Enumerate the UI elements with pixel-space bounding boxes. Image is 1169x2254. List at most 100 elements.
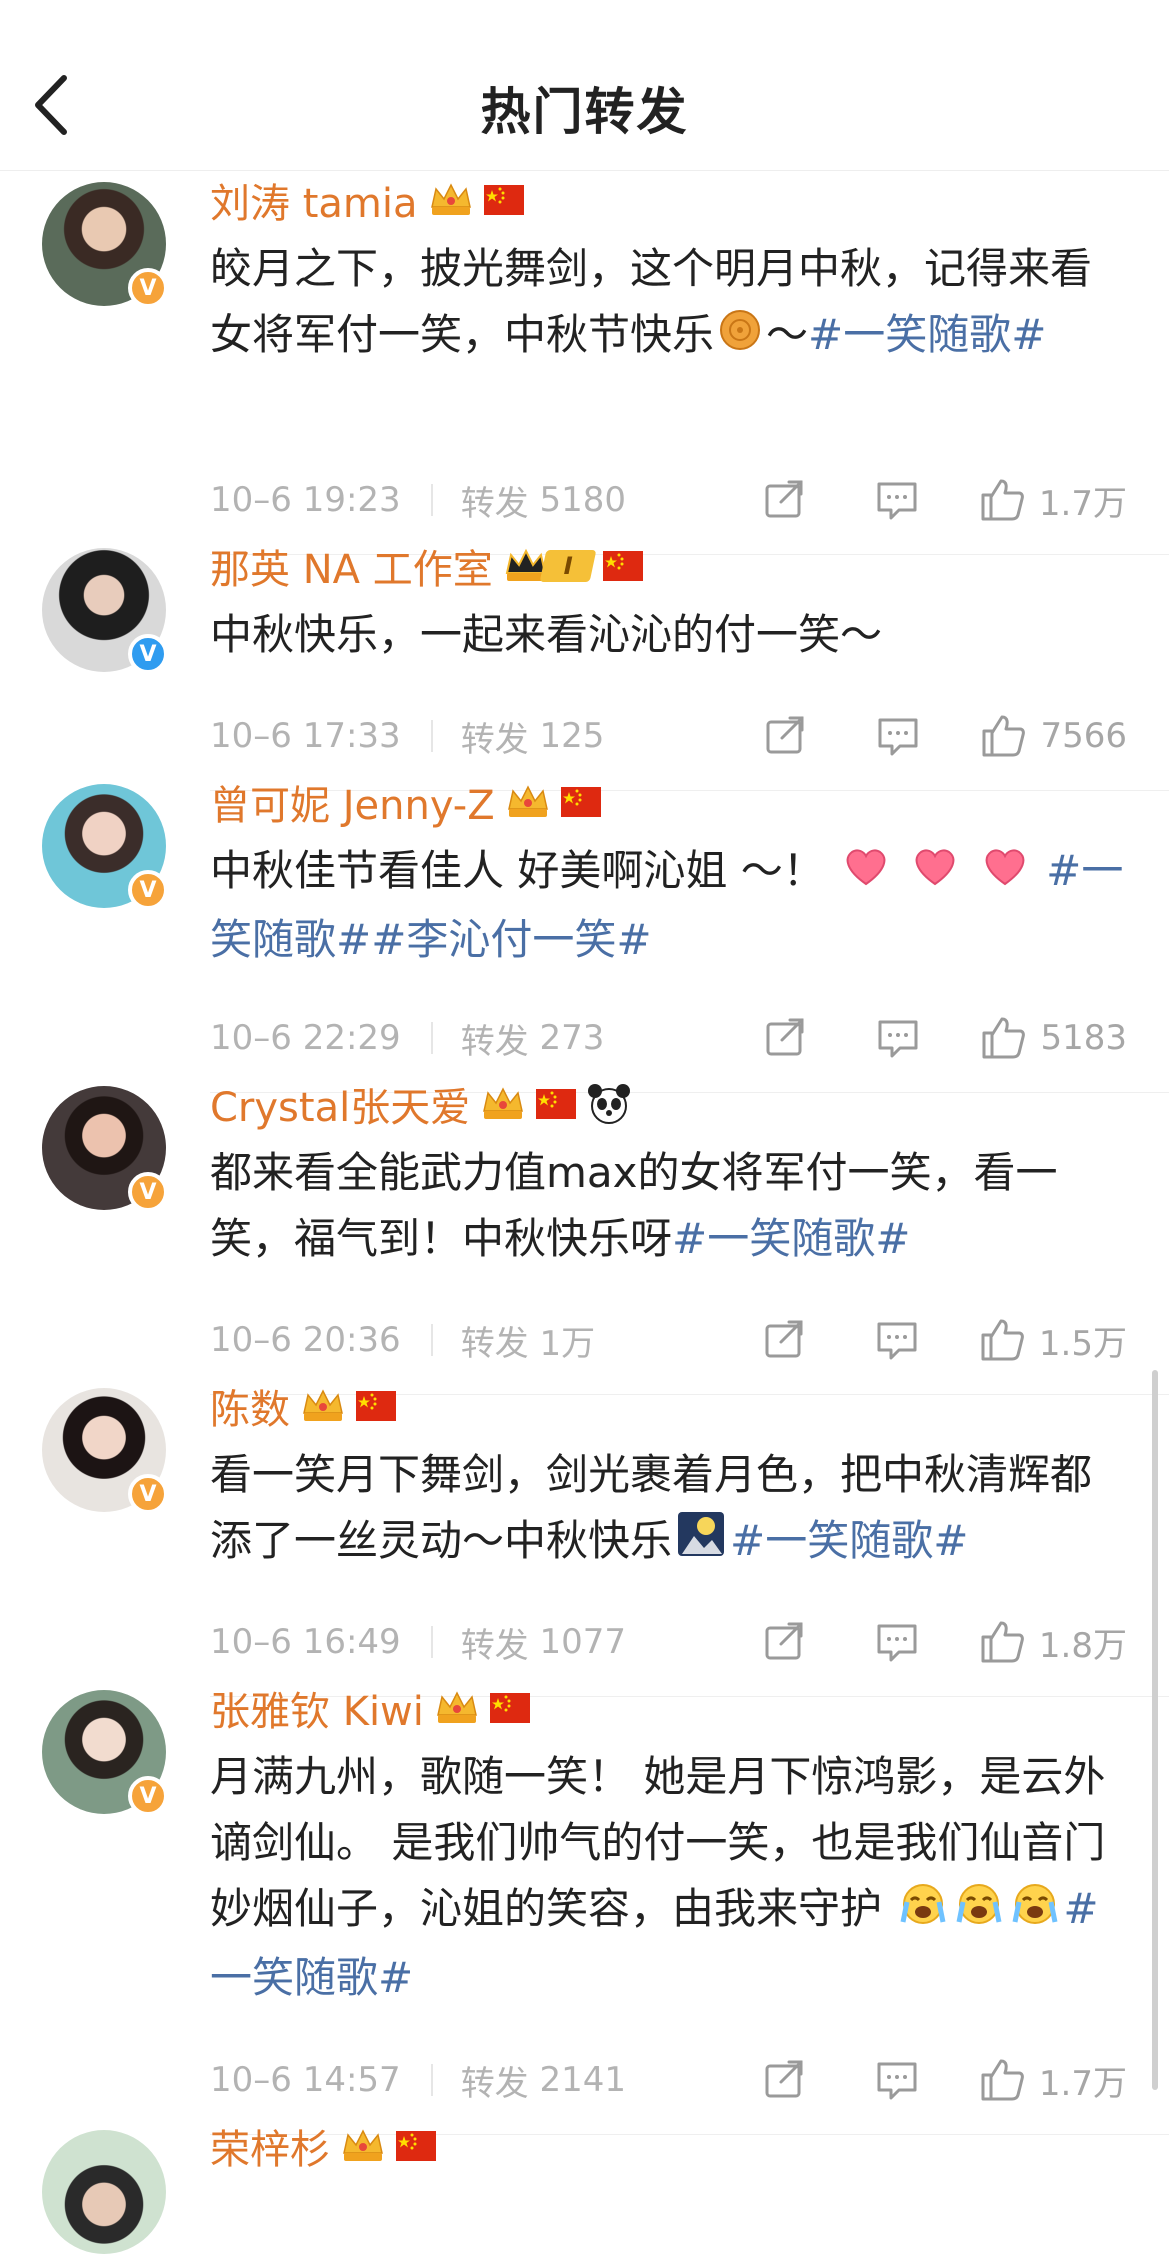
repost-count: 1万 [539, 1323, 596, 1364]
avatar[interactable]: V [42, 784, 168, 910]
divider [430, 720, 433, 752]
like-icon [982, 715, 1026, 757]
repost-label: 转发 [460, 2063, 529, 2104]
china-flag-icon [536, 1089, 577, 1119]
verified-badge-icon: V [128, 1172, 168, 1212]
post-time: 10–6 22:29 [210, 1018, 401, 1058]
post-text: 中秋快乐，一起来看沁沁的付一笑～ [210, 610, 883, 659]
like-button[interactable]: 1.7万 [979, 2056, 1127, 2105]
post-text: 中秋佳节看佳人 好美啊沁姐 ～！ #一笑随歌##李沁付一笑# [210, 838, 1130, 973]
user-name[interactable]: 曾可妮 Jenny-Z [210, 773, 495, 831]
heart-emoji-icon [981, 841, 1029, 907]
heart-emoji-icon [842, 841, 890, 907]
crying-emoji-icon [1011, 1879, 1059, 1945]
post-time: 10–6 16:49 [210, 1622, 401, 1662]
hashtag-link[interactable]: #一笑随歌# [730, 1516, 968, 1565]
repost-count: 1077 [539, 1622, 627, 1662]
china-flag-icon [560, 787, 601, 817]
gold-crown-badge-icon [343, 2130, 383, 2162]
china-flag-icon [396, 2131, 436, 2161]
china-flag-icon [602, 551, 643, 581]
china-flag-icon [483, 185, 524, 215]
avatar[interactable]: V [42, 182, 168, 308]
gold-crown-badge-icon [507, 786, 548, 818]
avatar[interactable]: V [42, 1388, 168, 1514]
comment-icon[interactable] [876, 714, 920, 758]
divider [430, 1324, 433, 1356]
like-count: 1.8万 [1038, 1625, 1127, 1666]
divider [430, 1022, 433, 1054]
avatar[interactable]: V [42, 1086, 168, 1212]
repost-icon[interactable] [764, 714, 808, 758]
post-text: 皎月之下，披光舞剑，这个明月中秋，记得来看女将军付一笑，中秋节快乐 ～#一笑随歌# [210, 236, 1130, 371]
like-button[interactable]: 5183 [980, 1015, 1127, 1061]
comment-icon[interactable] [875, 2058, 919, 2102]
user-name[interactable]: 刘涛 tamia [210, 171, 418, 229]
china-flag-icon [489, 1693, 530, 1723]
repost-label: 转发 [460, 1021, 529, 1062]
action-bar: 7566 [764, 706, 1127, 766]
verified-badge-icon: V [128, 870, 168, 910]
user-name[interactable]: Crystal张天爱 [210, 1075, 470, 1133]
gold-crown-badge-icon [437, 1692, 477, 1724]
mooncake-emoji-icon [718, 305, 762, 371]
like-button[interactable]: 1.8万 [979, 1618, 1127, 1667]
action-bar: 5183 [764, 1008, 1127, 1068]
repost-count: 125 [539, 716, 605, 756]
comment-icon[interactable] [875, 478, 919, 522]
repost-icon[interactable] [763, 1318, 807, 1362]
post-text: 都来看全能武力值max的女将军付一笑，看一笑，福气到！中秋快乐呀#一笑随歌# [210, 1148, 1058, 1263]
user-name[interactable]: 张雅钦 Kiwi [210, 1679, 424, 1737]
moon-night-emoji-icon [676, 1510, 726, 1577]
post-time: 10–6 19:23 [210, 480, 401, 520]
action-bar: 1.5万 [763, 1310, 1127, 1370]
gold-crown-badge-icon [303, 1390, 343, 1422]
like-icon [981, 479, 1024, 521]
hashtag-link[interactable]: #一笑随歌# [808, 310, 1046, 359]
like-button[interactable]: 7566 [980, 713, 1127, 759]
repost-icon[interactable] [763, 478, 807, 522]
repost-icon[interactable] [763, 2058, 807, 2102]
verified-badge-icon: V [128, 634, 168, 674]
page-title: 热门转发 [480, 83, 689, 141]
action-bar: 1.7万 [763, 470, 1127, 530]
repost-label: 转发 [460, 1323, 529, 1364]
verified-badge-icon: V [128, 1474, 168, 1514]
divider [430, 1626, 433, 1658]
hashtag-link[interactable]: #一笑随歌# [672, 1214, 910, 1263]
comment-icon[interactable] [875, 1620, 919, 1664]
user-name[interactable]: 陈数 [210, 1377, 290, 1435]
like-icon [981, 2059, 1024, 2101]
like-icon [981, 1621, 1024, 1663]
gold-crown-badge-icon [483, 1088, 523, 1120]
like-count: 1.7万 [1038, 483, 1127, 524]
post-text: 看一笑月下舞剑，剑光裹着月色，把中秋清辉都添了一丝灵动～中秋快乐 #一笑随歌# [210, 1442, 1130, 1577]
comment-icon[interactable] [875, 1318, 919, 1362]
repost-label: 转发 [460, 483, 529, 524]
panda-icon [588, 1084, 631, 1124]
crying-emoji-icon [955, 1879, 1003, 1945]
like-count: 1.7万 [1038, 2063, 1127, 2104]
verified-badge-icon: V [128, 268, 168, 308]
post-time: 10–6 20:36 [210, 1320, 401, 1360]
user-name[interactable]: 那英 NA 工作室 [210, 537, 493, 595]
divider [430, 484, 433, 516]
repost-icon[interactable] [764, 1016, 808, 1060]
repost-icon[interactable] [763, 1620, 807, 1664]
level-badge: I [539, 550, 597, 582]
avatar[interactable]: V [42, 548, 168, 674]
repost-count: 273 [539, 1018, 605, 1058]
like-icon [981, 1319, 1024, 1361]
heart-emoji-icon [911, 841, 959, 907]
china-flag-icon [356, 1391, 396, 1421]
post-time: 10–6 14:57 [210, 2060, 401, 2100]
like-button[interactable]: 1.5万 [979, 1316, 1127, 1365]
like-button[interactable]: 1.7万 [979, 476, 1127, 525]
crown-level-badge-icon: I [503, 547, 597, 585]
avatar[interactable]: V [42, 1690, 168, 1816]
avatar[interactable] [42, 2130, 166, 2254]
scrollbar[interactable] [1152, 1370, 1158, 2090]
user-name[interactable]: 荣梓杉 [210, 2117, 330, 2175]
comment-icon[interactable] [876, 1016, 920, 1060]
like-count: 1.5万 [1038, 1323, 1127, 1364]
